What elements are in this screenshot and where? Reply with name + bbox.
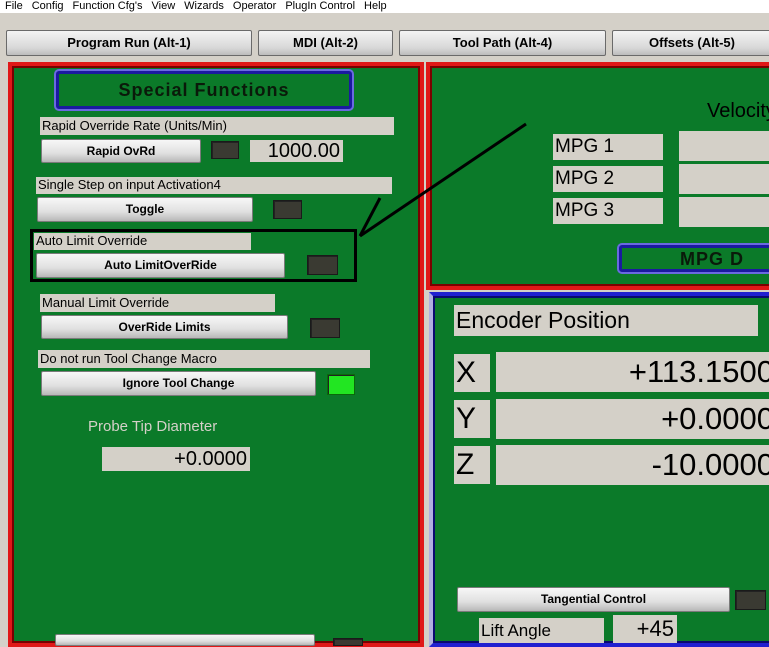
bottom-button-partial[interactable] [55, 634, 315, 646]
lift-angle-label: Lift Angle [479, 618, 604, 643]
z-axis-label: Z [454, 446, 490, 484]
menu-function-cfgs[interactable]: Function Cfg's [68, 0, 147, 13]
screen-tab-row: Program Run (Alt-1) MDI (Alt-2) Tool Pat… [0, 13, 769, 60]
single-step-label: Single Step on input Activation4 [36, 177, 392, 194]
rapid-ovrd-led [211, 141, 239, 159]
probe-tip-diameter-value[interactable]: +0.0000 [102, 447, 250, 471]
ignore-tool-change-led [327, 374, 355, 395]
left-divider [3, 62, 8, 647]
menu-operator[interactable]: Operator [228, 0, 280, 13]
menu-wizards[interactable]: Wizards [179, 0, 228, 13]
override-limits-led [310, 318, 340, 338]
menu-file[interactable]: File [0, 0, 27, 13]
rapid-override-label: Rapid Override Rate (Units/Min) [40, 117, 394, 135]
menu-bar: File Config Function Cfg's View Wizards Opera… [0, 0, 769, 13]
auto-limit-override-label: Auto Limit Override [34, 233, 251, 250]
tab-mdi[interactable]: MDI (Alt-2) [258, 30, 393, 56]
z-encoder-value[interactable]: -10.0000 [496, 445, 769, 485]
menu-plugin-control[interactable]: PlugIn Control [280, 0, 359, 13]
tangential-control-button[interactable]: Tangential Control [457, 587, 730, 612]
tab-program-run[interactable]: Program Run (Alt-1) [6, 30, 252, 56]
auto-limit-override-button[interactable]: Auto LimitOverRide [36, 253, 285, 278]
rapid-ovrd-button[interactable]: Rapid OvRd [41, 139, 201, 163]
auto-limit-override-led [307, 255, 338, 275]
tab-tool-path[interactable]: Tool Path (Alt-4) [399, 30, 606, 56]
bottom-led-partial [333, 638, 363, 646]
manual-limit-override-label: Manual Limit Override [40, 294, 275, 312]
mpg-1-label: MPG 1 [553, 134, 663, 160]
y-encoder-value[interactable]: +0.0000 [496, 399, 769, 439]
mpg-1-velocity[interactable] [679, 131, 769, 161]
tool-change-macro-label: Do not run Tool Change Macro [38, 350, 370, 368]
mpg-2-velocity[interactable] [679, 164, 769, 194]
mpg-3-label: MPG 3 [553, 198, 663, 224]
probe-tip-diameter-label: Probe Tip Diameter [88, 418, 218, 435]
menu-config[interactable]: Config [27, 0, 68, 13]
tangential-control-led [735, 590, 766, 610]
mpg-3-velocity[interactable] [679, 197, 769, 227]
ignore-tool-change-button[interactable]: Ignore Tool Change [41, 371, 316, 396]
override-limits-button[interactable]: OverRide Limits [41, 315, 288, 339]
menu-help[interactable]: Help [359, 0, 391, 13]
tab-offsets[interactable]: Offsets (Alt-5) [612, 30, 769, 56]
special-functions-title: Special Functions [56, 71, 352, 109]
y-axis-label: Y [454, 400, 490, 438]
toggle-led [273, 200, 302, 219]
encoder-position-title: Encoder Position [454, 305, 758, 336]
mpg-d-button[interactable]: MPG D [619, 245, 769, 272]
x-axis-label: X [454, 354, 490, 392]
x-encoder-value[interactable]: +113.1500 [496, 352, 769, 392]
toggle-button[interactable]: Toggle [37, 197, 253, 222]
lift-angle-value[interactable]: +45 [613, 615, 677, 643]
menu-view[interactable]: View [147, 0, 180, 13]
rapid-override-value[interactable]: 1000.00 [250, 140, 343, 162]
velocity-label: Velocity [707, 100, 769, 122]
mpg-2-label: MPG 2 [553, 166, 663, 192]
